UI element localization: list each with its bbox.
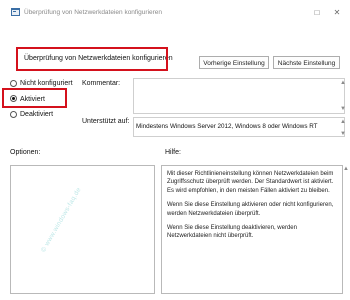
supported-scroll-down-icon[interactable]: ▼ [340, 131, 346, 137]
comment-label: Kommentar: [82, 80, 121, 87]
radio-disabled-label: Deaktiviert [20, 111, 54, 118]
close-icon[interactable]: ✕ [331, 8, 343, 18]
next-setting-button[interactable]: Nächste Einstellung [273, 56, 340, 69]
highlight-box-policy-name [16, 47, 168, 71]
radio-disabled[interactable] [10, 111, 17, 118]
supported-field: Mindestens Windows Server 2012, Windows … [133, 117, 345, 137]
options-panel [10, 165, 155, 294]
supported-scroll-up-icon[interactable]: ▲ [340, 119, 346, 125]
comment-scroll-down-icon[interactable]: ▼ [340, 106, 346, 112]
help-paragraph: Wenn Sie diese Einstellung aktivieren od… [167, 202, 334, 217]
options-label: Optionen: [10, 149, 41, 156]
help-paragraph: Wenn Sie diese Einstellung deaktivieren,… [167, 225, 297, 240]
radio-not-configured-label: Nicht konfiguriert [20, 80, 73, 87]
help-scroll-up-icon[interactable]: ▲ [343, 166, 349, 172]
minimize-icon[interactable]: □ [311, 8, 323, 18]
comment-field[interactable] [133, 78, 345, 114]
prev-setting-button[interactable]: Vorherige Einstellung [199, 56, 269, 69]
supported-label: Unterstützt auf: [82, 118, 130, 125]
highlight-box-enabled [2, 88, 67, 108]
help-panel: Mit dieser Richtlinieneinstellung können… [161, 165, 343, 294]
window-title: Überprüfung von Netzwerkdateien konfigur… [24, 9, 163, 16]
help-paragraph: Mit dieser Richtlinieneinstellung können… [167, 171, 334, 194]
supported-value: Mindestens Windows Server 2012, Windows … [136, 123, 318, 130]
policy-settings-icon [11, 8, 20, 16]
help-label: Hilfe: [165, 149, 181, 156]
radio-not-configured[interactable] [10, 80, 17, 87]
comment-scroll-up-icon[interactable]: ▲ [340, 80, 346, 86]
